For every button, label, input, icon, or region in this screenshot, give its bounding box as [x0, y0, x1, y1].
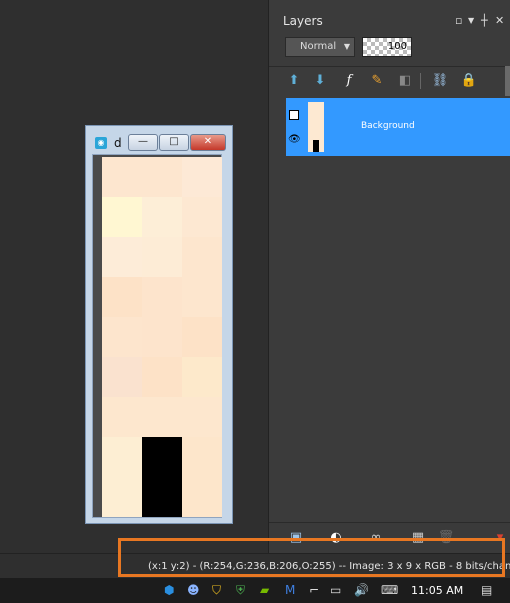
shield-icon[interactable]: ⛉: [212, 582, 221, 598]
eye-icon[interactable]: 👁: [288, 134, 301, 145]
restore-icon[interactable]: ▫: [455, 14, 462, 27]
usb-icon[interactable]: ⌐: [309, 582, 319, 598]
layer-type-icon: [289, 110, 299, 120]
image-pixel[interactable]: [182, 237, 222, 277]
network-icon[interactable]: ▭: [330, 582, 341, 598]
image-pixel[interactable]: [102, 477, 142, 517]
image-pixel[interactable]: [142, 397, 182, 437]
layer-effects-icon[interactable]: f: [340, 72, 358, 90]
image-pixel[interactable]: [182, 157, 222, 197]
layer-row[interactable]: 👁 Background: [286, 98, 510, 156]
status-highlight-box: [118, 538, 505, 577]
image-canvas[interactable]: [102, 157, 222, 517]
image-pixel[interactable]: [182, 437, 222, 477]
pin-icon[interactable]: ┼: [481, 14, 488, 27]
taskbar: ⬢ ☻ ⛉ ⛨ ▰ M ⌐ ▭ 🔊 ⌨ 11:05 AM ▤: [0, 578, 510, 603]
image-pixel[interactable]: [142, 437, 182, 477]
chevron-down-icon: ▼: [343, 42, 350, 51]
image-pixel[interactable]: [142, 317, 182, 357]
image-client-area: [92, 154, 222, 518]
maximize-button[interactable]: □: [159, 134, 189, 151]
layers-panel-title: Layers: [283, 14, 323, 28]
lock-layer-icon[interactable]: 🔒: [460, 72, 478, 90]
blend-mode-select[interactable]: Normal ▼: [285, 37, 355, 57]
layer-thumbnail: [308, 102, 324, 152]
image-pixel[interactable]: [102, 357, 142, 397]
toolbar-separator: [420, 73, 421, 89]
image-pixel[interactable]: [182, 317, 222, 357]
image-pixel[interactable]: [182, 357, 222, 397]
layers-toolbar: ⬆ ⬇ f ✎ ◧ ⛓ 🔒: [269, 66, 510, 95]
notification-icon[interactable]: ▤: [481, 582, 492, 598]
image-window[interactable]: ◉ d — □ ✕: [85, 125, 233, 524]
image-pixel[interactable]: [102, 157, 142, 197]
layers-panel: Layers ▫ ▼ ┼ ✕ Normal ▼ 100 ⬆ ⬇ f ✎ ◧ ⛓ …: [268, 0, 510, 554]
adjustment-icon[interactable]: ◧: [396, 72, 414, 90]
image-pixel[interactable]: [102, 197, 142, 237]
clock[interactable]: 11:05 AM: [411, 584, 463, 597]
layer-name: Background: [361, 121, 415, 131]
image-pixel[interactable]: [142, 157, 182, 197]
layer-thumbnail-dark-pixels: [313, 140, 319, 152]
volume-icon[interactable]: 🔊: [354, 582, 369, 598]
image-pixel[interactable]: [102, 397, 142, 437]
image-pixel[interactable]: [182, 477, 222, 517]
layers-panel-header: Layers ▫ ▼ ┼ ✕: [269, 8, 510, 32]
dropbox-icon[interactable]: ⬢: [164, 582, 174, 598]
minimize-button[interactable]: —: [128, 134, 158, 151]
image-pixel[interactable]: [142, 477, 182, 517]
opacity-field[interactable]: 100: [362, 37, 412, 57]
bot-icon[interactable]: ☻: [187, 582, 200, 598]
security-icon[interactable]: ⛨: [236, 582, 245, 598]
close-button[interactable]: ✕: [190, 134, 226, 151]
image-pixel[interactable]: [102, 317, 142, 357]
image-pixel[interactable]: [182, 397, 222, 437]
image-pixel[interactable]: [142, 277, 182, 317]
blend-mode-value: Normal: [300, 41, 337, 52]
close-icon[interactable]: ✕: [495, 14, 504, 27]
malwarebytes-icon[interactable]: M: [285, 582, 295, 598]
move-layer-down-icon[interactable]: ⬇: [311, 72, 329, 90]
image-pixel[interactable]: [102, 237, 142, 277]
nvidia-icon[interactable]: ▰: [260, 582, 269, 598]
chevron-down-icon[interactable]: ▼: [468, 16, 474, 25]
image-pixel[interactable]: [102, 277, 142, 317]
image-pixel[interactable]: [142, 237, 182, 277]
image-pixel[interactable]: [182, 277, 222, 317]
panel-scrollbar[interactable]: [505, 66, 510, 96]
image-pixel[interactable]: [102, 437, 142, 477]
image-window-titlebar[interactable]: ◉ d — □ ✕: [86, 126, 232, 153]
keyboard-icon[interactable]: ⌨: [381, 582, 398, 598]
app-icon[interactable]: ◉: [95, 137, 107, 149]
layer-style-icon[interactable]: ✎: [368, 72, 386, 90]
image-window-title: d: [114, 136, 122, 150]
link-layer-icon[interactable]: ⛓: [431, 72, 449, 90]
image-pixel[interactable]: [142, 197, 182, 237]
move-layer-up-icon[interactable]: ⬆: [285, 72, 303, 90]
layer-row-icons: 👁: [286, 98, 303, 156]
image-pixel[interactable]: [142, 357, 182, 397]
image-pixel[interactable]: [182, 197, 222, 237]
